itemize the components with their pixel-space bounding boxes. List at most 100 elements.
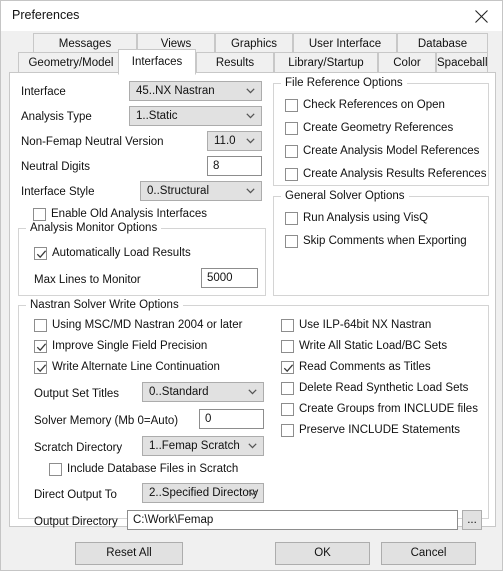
checkbox-box <box>49 463 62 476</box>
output-directory-label: Output Directory <box>34 516 118 528</box>
direct-output-to-combobox[interactable]: 2..Specified Directory <box>142 483 264 503</box>
neutral-version-combobox[interactable]: 11.0 <box>207 131 262 151</box>
tab-geometry-model[interactable]: Geometry/Model <box>18 52 124 73</box>
analysis-type-combobox[interactable]: 1..Static <box>129 106 262 126</box>
solver-memory-input[interactable]: 0 <box>199 409 264 429</box>
checkbox-label: Automatically Load Results <box>52 247 191 259</box>
checkbox-label: Delete Read Synthetic Load Sets <box>299 382 469 394</box>
checkbox-label: Improve Single Field Precision <box>52 340 208 352</box>
tab-label: Color <box>393 57 421 69</box>
tab-label: Results <box>215 57 255 69</box>
check-icon <box>283 364 294 373</box>
check-icon <box>36 250 47 259</box>
reset-all-button[interactable]: Reset All <box>75 542 183 565</box>
chevron-down-icon <box>248 490 257 496</box>
scratch-directory-value: 1..Femap Scratch <box>149 440 240 452</box>
tab-label: Messages <box>58 38 112 50</box>
checkbox-box <box>34 319 47 332</box>
checkbox-label: Include Database Files in Scratch <box>67 463 239 475</box>
max-lines-value: 5000 <box>207 272 233 284</box>
checkbox-label: Create Geometry References <box>303 122 454 134</box>
solver-memory-label: Solver Memory (Mb 0=Auto) <box>34 415 179 427</box>
checkbox-label: Preserve INCLUDE Statements <box>299 424 461 436</box>
checkbox-box <box>285 168 298 181</box>
tab-spaceball[interactable]: Spaceball <box>436 52 488 73</box>
checkbox-box <box>285 212 298 225</box>
checkbox-label: Create Groups from INCLUDE files <box>299 403 478 415</box>
group-title: Analysis Monitor Options <box>26 221 162 235</box>
browse-output-directory-button[interactable]: ... <box>462 510 482 530</box>
group-title: Nastran Solver Write Options <box>26 298 183 312</box>
checkbox-label: Enable Old Analysis Interfaces <box>51 208 207 220</box>
checkbox-label: Create Analysis Model References <box>303 145 480 157</box>
group-general-solver-options: General Solver Options Run Analysis usin… <box>273 189 489 296</box>
max-lines-label: Max Lines to Monitor <box>34 274 141 286</box>
tab-color[interactable]: Color <box>378 52 436 73</box>
neutral-digits-value: 8 <box>213 160 220 172</box>
checkbox-box <box>33 208 46 221</box>
reset-all-label: Reset All <box>106 547 152 559</box>
interface-style-combobox[interactable]: 0..Structural <box>140 181 262 201</box>
interface-style-value: 0..Structural <box>147 185 209 197</box>
max-lines-input[interactable]: 5000 <box>201 268 258 288</box>
tab-library-startup[interactable]: Library/Startup <box>274 52 378 73</box>
neutral-version-value: 11.0 <box>214 135 236 147</box>
neutral-digits-label: Neutral Digits <box>21 161 91 173</box>
cancel-button[interactable]: Cancel <box>381 542 476 565</box>
tab-graphics[interactable]: Graphics <box>215 33 293 54</box>
checkbox-box <box>281 424 294 437</box>
interface-label: Interface <box>21 86 66 98</box>
checkbox-label: Write All Static Load/BC Sets <box>299 340 448 352</box>
checkbox-label: Read Comments as Titles <box>299 361 431 373</box>
interface-style-label: Interface Style <box>21 186 95 198</box>
tab-interfaces[interactable]: Interfaces <box>118 49 196 75</box>
title-bar: Preferences <box>1 1 502 31</box>
check-icon <box>36 343 47 352</box>
tab-results[interactable]: Results <box>196 52 274 73</box>
checkbox-box <box>281 361 294 374</box>
chevron-down-icon <box>248 443 257 449</box>
checkbox-box <box>285 122 298 135</box>
interface-combobox[interactable]: 45..NX Nastran <box>129 81 262 101</box>
tab-label: Geometry/Model <box>28 57 114 69</box>
checkbox-label: Write Alternate Line Continuation <box>52 361 220 373</box>
checkbox-box <box>281 340 294 353</box>
interface-value: 45..NX Nastran <box>136 85 215 97</box>
group-analysis-monitor-options: Analysis Monitor Options Automatically L… <box>18 221 266 296</box>
scratch-directory-label: Scratch Directory <box>34 442 123 454</box>
interfaces-page: Interface 45..NX Nastran Analysis Type 1… <box>9 72 496 530</box>
group-nastran-solver-write-options: Nastran Solver Write Options Using MSC/M… <box>18 298 489 530</box>
chevron-down-icon <box>248 389 257 395</box>
checkbox-box <box>34 247 47 260</box>
cancel-label: Cancel <box>410 547 447 559</box>
checkbox-box <box>281 319 294 332</box>
browse-button-label: ... <box>467 514 477 526</box>
chevron-down-icon <box>246 138 255 144</box>
checkbox-box <box>285 235 298 248</box>
window-title: Preferences <box>12 8 80 22</box>
checkbox-label: Using MSC/MD Nastran 2004 or later <box>52 319 243 331</box>
checkbox-label: Use ILP-64bit NX Nastran <box>299 319 432 331</box>
checkbox-box <box>285 145 298 158</box>
output-set-titles-combobox[interactable]: 0..Standard <box>142 382 264 402</box>
analysis-type-value: 1..Static <box>136 110 178 122</box>
neutral-digits-input[interactable]: 8 <box>207 156 262 176</box>
ok-button[interactable]: OK <box>275 542 370 565</box>
group-file-reference-options: File Reference Options Check References … <box>273 76 489 186</box>
tab-label: Interfaces <box>131 56 183 68</box>
check-icon <box>36 364 47 373</box>
chevron-down-icon <box>246 188 255 194</box>
output-directory-input[interactable]: C:\Work\Femap <box>127 510 458 530</box>
close-icon[interactable] <box>460 1 502 30</box>
scratch-directory-combobox[interactable]: 1..Femap Scratch <box>142 436 264 456</box>
output-directory-value: C:\Work\Femap <box>133 514 214 526</box>
checkbox-box <box>34 361 47 374</box>
neutral-version-label: Non-Femap Neutral Version <box>21 136 164 148</box>
direct-output-to-label: Direct Output To <box>34 489 117 501</box>
chevron-down-icon <box>246 113 255 119</box>
tab-label: Library/Startup <box>288 57 364 69</box>
tab-database[interactable]: Database <box>397 33 488 54</box>
tab-user-interface[interactable]: User Interface <box>293 33 397 54</box>
output-set-titles-label: Output Set Titles <box>34 388 120 400</box>
ok-label: OK <box>314 547 331 559</box>
